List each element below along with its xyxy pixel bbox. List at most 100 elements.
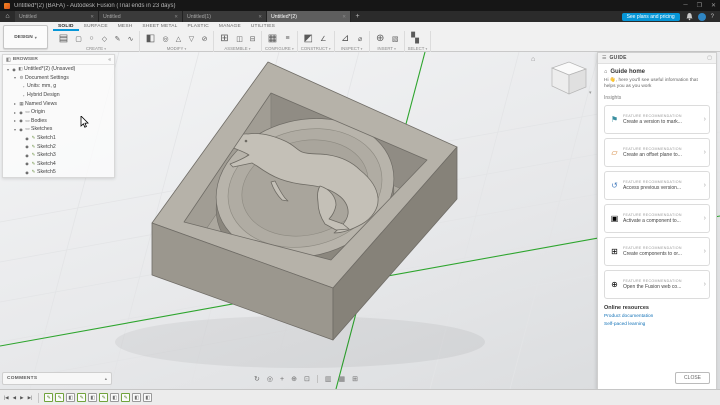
look-at-icon[interactable]: ◎ [267,375,273,383]
timeline-step-back-icon[interactable]: ◀ [12,395,17,401]
grid-settings-icon[interactable]: ▦ [338,375,345,383]
tab-mesh[interactable]: MESH [113,22,138,31]
recommendation-card[interactable]: ⊕ FEATURE RECOMMENDATION Open the Fusion… [604,270,710,299]
new-solid-tool-icon[interactable]: ▤ [56,32,71,46]
tab-utilities[interactable]: UTILITIES [246,22,280,31]
modify-tool-icon[interactable]: ◎ [160,33,171,44]
caret-down-icon[interactable]: ▾ [292,47,294,51]
document-tab[interactable]: Untitled(1) ✕ [183,11,267,22]
create-tool-icon[interactable]: ▢ [73,33,84,44]
modify-tool-icon[interactable]: ◧ [143,32,158,46]
caret-down-icon[interactable]: ▾ [104,47,106,51]
fit-icon[interactable]: ⊡ [304,375,310,383]
expand-up-icon[interactable]: ▴ [105,376,107,382]
recommendation-card[interactable]: ⊞ FEATURE RECOMMENDATION Create componen… [604,237,710,266]
zoom-icon[interactable]: ⊕ [291,375,297,383]
sketch-tool-icon[interactable]: ✎ [112,33,123,44]
user-avatar[interactable] [697,12,706,21]
assemble-tool-icon[interactable]: ◫ [234,33,245,44]
caret-down-icon[interactable]: ▾ [361,47,363,51]
chevron-right-icon[interactable]: › [704,182,706,189]
workspace-selector[interactable]: DESIGN ▾ [3,25,48,49]
browser-row-hybrid-design[interactable]: ▫ Hybrid Design [3,91,114,100]
new-document-button[interactable]: + [351,13,364,20]
insert-tool-icon[interactable]: ▧ [390,33,401,44]
orbit-icon[interactable]: ↻ [254,375,260,383]
viewcube-menu-icon[interactable]: ▾ [589,90,592,96]
tab-close-icon[interactable]: ✕ [171,14,178,20]
configure-tool-icon[interactable]: ▦ [265,32,280,46]
browser-row-sketch[interactable]: ◉ ✎ Sketch3 [3,151,114,160]
tab-sheet-metal[interactable]: SHEET METAL [137,22,182,31]
tab-close-icon[interactable]: ✕ [255,14,262,20]
tab-surface[interactable]: SURFACE [79,22,113,31]
tab-manage[interactable]: MANAGE [214,22,246,31]
chevron-right-icon[interactable]: › [704,116,706,123]
caret-down-icon[interactable]: ▾ [425,47,427,51]
tab-solid[interactable]: SOLID [53,22,79,31]
document-tab-active[interactable]: Untitled*(2) ✕ [267,11,351,22]
caret-down-icon[interactable]: ▾ [185,47,187,51]
timeline-feature-extrude-icon[interactable]: ◧ [143,393,153,402]
browser-row-named-views[interactable]: ▸ ▦ Named Views [3,99,114,108]
timeline-feature-sketch-icon[interactable]: ✎ [55,393,65,402]
recommendation-card[interactable]: ▱ FEATURE RECOMMENDATION Create an offse… [604,138,710,167]
browser-row-document-settings[interactable]: ▾ ⚙ Document Settings [3,74,114,83]
construct-tool-icon[interactable]: ◩ [301,32,316,46]
select-tool-icon[interactable]: ▚ [408,32,423,46]
caret-down-icon[interactable]: ▾ [329,47,331,51]
timeline-skip-end-icon[interactable]: ▶| [27,395,34,401]
close-button[interactable]: ✕ [711,2,716,9]
browser-row-bodies[interactable]: ▸ ◉ ▭ Bodies [3,117,114,126]
construct-tool-icon[interactable]: ∠ [318,33,329,44]
browser-row-sketch[interactable]: ◉ ✎ Sketch2 [3,142,114,151]
document-tab[interactable]: Untitled ✕ [99,11,183,22]
timeline-feature-extrude-icon[interactable]: ◧ [66,393,76,402]
create-tool-icon[interactable]: ◇ [99,33,110,44]
timeline-feature-sketch-icon[interactable]: ✎ [121,393,131,402]
browser-row-units[interactable]: ▫ Units: mm, g [3,82,114,91]
timeline-feature-extrude-icon[interactable]: ◧ [110,393,120,402]
inspect-tool-icon[interactable]: ⊿ [338,32,353,46]
self-paced-learning-link[interactable]: Self-paced learning [604,322,710,327]
create-tool-icon[interactable]: ○ [86,33,97,44]
modify-tool-icon[interactable]: ⊘ [199,33,210,44]
minimize-button[interactable]: ─ [683,2,687,9]
chevron-right-icon[interactable]: › [704,215,706,222]
create-tool-icon[interactable]: ∿ [125,33,136,44]
product-documentation-link[interactable]: Product documentation [604,314,710,319]
maximize-button[interactable]: ❐ [697,2,702,9]
collapse-panel-icon[interactable]: « [108,57,111,63]
file-home-button[interactable]: ⌂ [0,11,15,22]
recommendation-card[interactable]: ▣ FEATURE RECOMMENDATION Activate a comp… [604,204,710,233]
timeline-feature-extrude-icon[interactable]: ◧ [88,393,98,402]
help-button[interactable]: ? [711,14,714,20]
browser-row-origin[interactable]: ▸ ◉ ▭ Origin [3,108,114,117]
recommendation-card[interactable]: ⚑ FEATURE RECOMMENDATION Create a versio… [604,105,710,134]
display-settings-icon[interactable]: ▥ [325,375,332,383]
timeline-feature-sketch-icon[interactable]: ✎ [44,393,54,402]
modify-tool-icon[interactable]: ▽ [186,33,197,44]
notifications-bell-icon[interactable] [685,12,694,21]
timeline-feature-extrude-icon[interactable]: ◧ [132,393,142,402]
tab-close-icon[interactable]: ✕ [87,14,94,20]
document-tab[interactable]: Untitled ✕ [15,11,99,22]
tab-plastic[interactable]: PLASTIC [182,22,213,31]
chevron-right-icon[interactable]: › [704,248,706,255]
browser-root-row[interactable]: ▾ ◉ ◧ Untitled*(2) (Unsaved) [3,65,114,74]
inspect-tool-icon[interactable]: ⌀ [355,33,366,44]
chevron-right-icon[interactable]: › [704,149,706,156]
caret-down-icon[interactable]: ▾ [394,47,396,51]
timeline-play-icon[interactable]: ▶ [19,395,24,401]
comments-bar[interactable]: COMMENTS ▴ [2,372,112,385]
plans-button[interactable]: See plans and pricing [621,12,680,21]
modify-tool-icon[interactable]: △ [173,33,184,44]
insert-tool-icon[interactable]: ⊕ [373,32,388,46]
pan-icon[interactable]: + [280,376,284,383]
recommendation-card[interactable]: ↺ FEATURE RECOMMENDATION Access previous… [604,171,710,200]
assemble-tool-icon[interactable]: ⊞ [217,32,232,46]
viewcube[interactable] [542,54,596,104]
browser-row-sketch[interactable]: ◉ ✎ Sketch4 [3,160,114,169]
timeline-skip-start-icon[interactable]: |◀ [3,395,10,401]
caret-down-icon[interactable]: ▾ [249,47,251,51]
